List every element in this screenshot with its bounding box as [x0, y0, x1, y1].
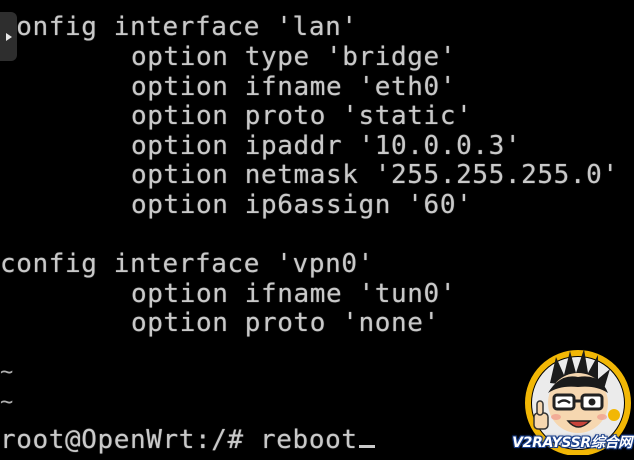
empty-line-tilde: ~ — [0, 360, 14, 385]
terminal-line: option ipaddr '10.0.0.3' — [131, 131, 522, 161]
prompt-command: root@OpenWrt:/# reboot — [0, 425, 358, 455]
terminal-line: option type 'bridge' — [131, 42, 457, 72]
terminal-line: option ip6assign '60' — [131, 190, 473, 220]
text-cursor — [358, 445, 375, 448]
terminal-line: option ifname 'tun0' — [131, 279, 457, 309]
terminal-line: option ifname 'eth0' — [131, 72, 457, 102]
play-button[interactable] — [0, 12, 17, 61]
play-icon — [5, 32, 12, 41]
watermark-logo: V2RAYSSR综合网 — [510, 343, 634, 456]
terminal-line: option netmask '255.255.255.0' — [131, 160, 619, 190]
terminal-line: option proto 'static' — [131, 101, 473, 131]
empty-line-tilde: ~ — [0, 390, 14, 415]
shell-prompt[interactable]: root@OpenWrt:/# reboot — [0, 425, 375, 455]
terminal-line: config interface 'lan' — [0, 12, 358, 42]
watermark-text: V2RAYSSR综合网 — [512, 435, 632, 451]
terminal-line: config interface 'vpn0' — [0, 249, 374, 279]
terminal-line: option proto 'none' — [131, 308, 440, 338]
